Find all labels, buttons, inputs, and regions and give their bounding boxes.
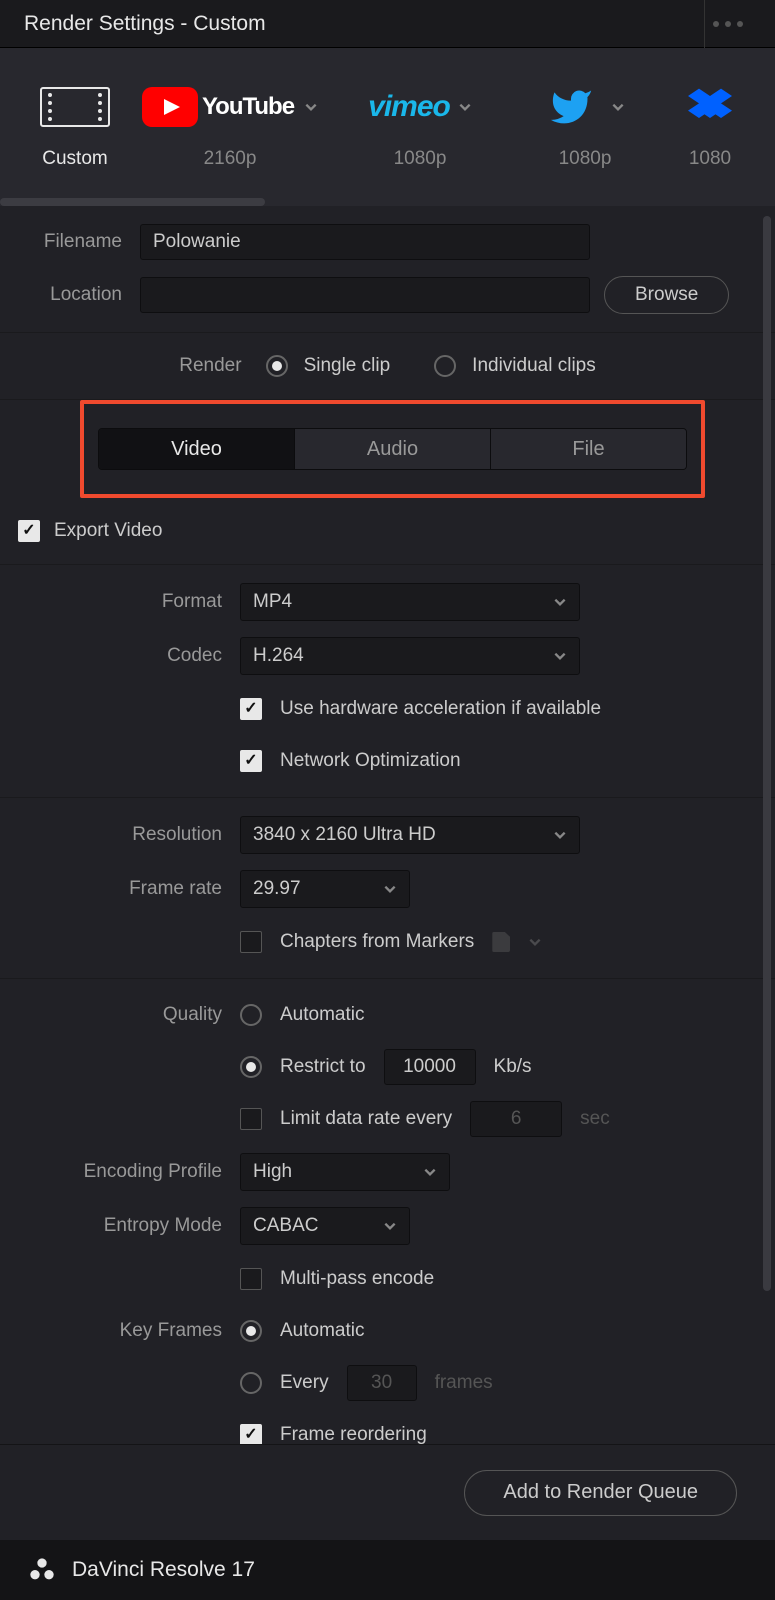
- individual-clips-label: Individual clips: [472, 355, 596, 377]
- frame-reorder-checkbox[interactable]: [240, 1424, 262, 1444]
- net-opt-label: Network Optimization: [280, 750, 461, 772]
- resolution-select[interactable]: 3840 x 2160 Ultra HD: [240, 816, 580, 854]
- preset-label: 1080p: [559, 148, 612, 170]
- browse-button[interactable]: Browse: [604, 276, 729, 314]
- codec-label: Codec: [10, 645, 240, 667]
- youtube-icon: YouTube: [142, 84, 318, 130]
- keyframes-auto-label: Automatic: [280, 1320, 364, 1342]
- framerate-select[interactable]: 29.97: [240, 870, 410, 908]
- hw-accel-label: Use hardware acceleration if available: [280, 698, 601, 720]
- enc-profile-select[interactable]: High: [240, 1153, 450, 1191]
- vimeo-icon: vimeo: [368, 84, 472, 130]
- tabs-highlight: Video Audio File: [80, 400, 705, 498]
- davinci-logo-icon: [28, 1556, 56, 1584]
- preset-label: 2160p: [204, 148, 257, 170]
- twitter-icon: [545, 84, 625, 130]
- preset-row: Custom YouTube 2160p vimeo 1080p 1080p 1…: [0, 48, 775, 206]
- entropy-label: Entropy Mode: [10, 1215, 240, 1237]
- kbs-label: Kb/s: [494, 1056, 532, 1078]
- settings-panel: Filename Location Browse Render Single c…: [0, 206, 775, 1444]
- codec-select[interactable]: H.264: [240, 637, 580, 675]
- preset-custom[interactable]: Custom: [20, 84, 130, 170]
- export-video-checkbox[interactable]: [18, 520, 40, 542]
- preset-scrollbar[interactable]: [0, 198, 265, 206]
- hw-accel-checkbox[interactable]: [240, 698, 262, 720]
- multipass-checkbox[interactable]: [240, 1268, 262, 1290]
- multipass-label: Multi-pass encode: [280, 1268, 434, 1290]
- keyframes-every-radio[interactable]: [240, 1372, 262, 1394]
- quality-restrict-label: Restrict to: [280, 1056, 366, 1078]
- entropy-select[interactable]: CABAC: [240, 1207, 410, 1245]
- preset-label: 1080p: [394, 148, 447, 170]
- tab-video[interactable]: Video: [99, 429, 295, 469]
- limit-rate-label: Limit data rate every: [280, 1108, 452, 1130]
- keyframes-every-label: Every: [280, 1372, 329, 1394]
- frames-label: frames: [435, 1372, 493, 1394]
- add-to-render-queue-button[interactable]: Add to Render Queue: [464, 1470, 737, 1516]
- chapters-checkbox[interactable]: [240, 931, 262, 953]
- limit-rate-checkbox[interactable]: [240, 1108, 262, 1130]
- frame-reorder-label: Frame reordering: [280, 1424, 427, 1444]
- net-opt-checkbox[interactable]: [240, 750, 262, 772]
- render-label: Render: [179, 355, 241, 377]
- tab-audio[interactable]: Audio: [295, 429, 491, 469]
- dropbox-icon: [684, 84, 736, 130]
- marker-icon: [492, 932, 510, 952]
- preset-vimeo[interactable]: vimeo 1080p: [330, 84, 510, 170]
- filename-label: Filename: [10, 231, 140, 253]
- preset-label: 1080: [689, 148, 731, 170]
- format-label: Format: [10, 591, 240, 613]
- tab-file[interactable]: File: [491, 429, 686, 469]
- quality-auto-label: Automatic: [280, 1004, 364, 1026]
- preset-twitter[interactable]: 1080p: [510, 84, 660, 170]
- vertical-scrollbar[interactable]: [763, 216, 771, 1291]
- footer: Add to Render Queue: [0, 1444, 775, 1540]
- keyframes-auto-radio[interactable]: [240, 1320, 262, 1342]
- bitrate-input[interactable]: [384, 1049, 476, 1085]
- settings-tabs: Video Audio File: [98, 428, 687, 470]
- format-select[interactable]: MP4: [240, 583, 580, 621]
- resolution-label: Resolution: [10, 824, 240, 846]
- preset-dropbox[interactable]: 1080: [660, 84, 760, 170]
- app-bar: DaVinci Resolve 17: [0, 1540, 775, 1600]
- single-clip-radio[interactable]: [266, 355, 288, 377]
- individual-clips-radio[interactable]: [434, 355, 456, 377]
- sec-label: sec: [580, 1108, 610, 1130]
- more-menu-icon[interactable]: [713, 21, 751, 27]
- limit-rate-input: [470, 1101, 562, 1137]
- film-icon: [40, 84, 110, 130]
- app-name-label: DaVinci Resolve 17: [72, 1558, 255, 1582]
- filename-input[interactable]: [140, 224, 590, 260]
- quality-restrict-radio[interactable]: [240, 1056, 262, 1078]
- location-label: Location: [10, 284, 140, 306]
- enc-profile-label: Encoding Profile: [10, 1161, 240, 1183]
- single-clip-label: Single clip: [304, 355, 391, 377]
- preset-label: Custom: [42, 148, 107, 170]
- keyframes-label: Key Frames: [10, 1320, 240, 1342]
- framerate-label: Frame rate: [10, 878, 240, 900]
- titlebar: Render Settings - Custom: [0, 0, 775, 48]
- preset-youtube[interactable]: YouTube 2160p: [130, 84, 330, 170]
- chevron-down-icon[interactable]: [528, 935, 542, 949]
- chapters-label: Chapters from Markers: [280, 931, 474, 953]
- keyframes-every-input: [347, 1365, 417, 1401]
- quality-label: Quality: [10, 1004, 240, 1026]
- export-video-label: Export Video: [54, 520, 162, 542]
- location-input[interactable]: [140, 277, 590, 313]
- quality-auto-radio[interactable]: [240, 1004, 262, 1026]
- window-title: Render Settings - Custom: [24, 12, 266, 36]
